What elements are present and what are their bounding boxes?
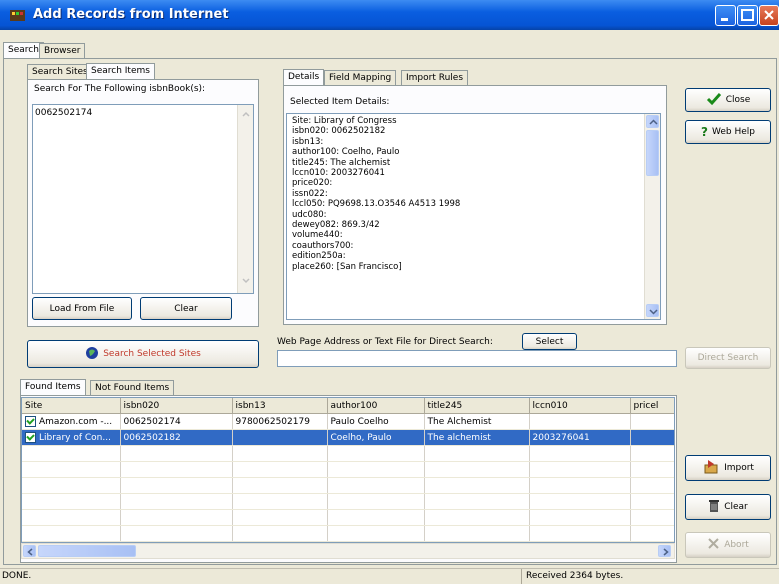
- film-icon: [9, 7, 27, 23]
- load-from-file-button[interactable]: Load From File: [32, 297, 132, 320]
- tab-field-mapping[interactable]: Field Mapping: [324, 70, 397, 85]
- search-items-list[interactable]: 0062502174: [32, 104, 254, 294]
- search-selected-sites-label: Search Selected Sites: [103, 349, 201, 359]
- close-button[interactable]: Close: [685, 88, 771, 112]
- empty-row: [22, 461, 674, 478]
- direct-search-button[interactable]: Direct Search: [685, 347, 771, 369]
- results-hscrollbar[interactable]: [21, 543, 675, 559]
- clear-results-button[interactable]: Clear: [685, 494, 771, 520]
- checkmark-icon: [706, 92, 722, 109]
- empty-row: [22, 509, 674, 526]
- tab-search[interactable]: Search: [3, 42, 44, 58]
- scroll-down-icon[interactable]: [646, 304, 659, 317]
- column-header-author100[interactable]: author100: [327, 398, 425, 414]
- column-header-isbn020[interactable]: isbn020: [120, 398, 233, 414]
- lccn010-cell: [529, 413, 631, 430]
- author100-cell: Paulo Coelho: [327, 413, 425, 430]
- isbn13-cell: [232, 429, 328, 446]
- row-checkbox[interactable]: [25, 416, 36, 427]
- tab-not-found-items[interactable]: Not Found Items: [90, 380, 175, 395]
- author100-cell: Coelho, Paulo: [327, 429, 425, 446]
- scroll-left-icon[interactable]: [23, 545, 36, 557]
- scroll-up-icon[interactable]: [241, 108, 251, 120]
- list-item[interactable]: 0062502174: [33, 105, 253, 118]
- price-cell: [630, 413, 674, 430]
- abort-icon: [707, 537, 720, 553]
- minimize-button[interactable]: [715, 5, 736, 26]
- selected-item-text: Site: Library of Congress isbn020: 00625…: [292, 116, 461, 272]
- column-header-site[interactable]: Site: [22, 398, 121, 414]
- web-help-label: Web Help: [711, 127, 755, 137]
- tab-details[interactable]: Details: [283, 69, 325, 85]
- status-right-pane: Received 2364 bytes.: [524, 569, 779, 584]
- list-scrollbar[interactable]: [237, 105, 253, 293]
- bytes-received-text: Received 2364 bytes.: [526, 571, 624, 581]
- isbn020-cell: 0062502174: [120, 413, 233, 430]
- maximize-button[interactable]: [737, 5, 758, 26]
- search-selected-sites-button[interactable]: Search Selected Sites: [27, 340, 259, 368]
- window-title: Add Records from Internet: [33, 7, 229, 22]
- table-row[interactable]: Amazon.com -... 0062502174 9780062502179…: [22, 413, 674, 430]
- results-grid[interactable]: Site isbn020 isbn13 author100 title245 l…: [21, 397, 675, 543]
- column-header-lccn010[interactable]: lccn010: [529, 398, 631, 414]
- status-bar: DONE. Received 2364 bytes.: [0, 568, 779, 584]
- status-left-pane: DONE.: [0, 569, 522, 584]
- selected-item-label: Selected Item Details:: [290, 97, 390, 107]
- import-button[interactable]: Import: [685, 455, 771, 481]
- close-window-button[interactable]: [759, 5, 779, 26]
- import-label: Import: [724, 463, 754, 473]
- select-button[interactable]: Select: [522, 333, 577, 350]
- column-header-price[interactable]: pricel: [630, 398, 674, 414]
- title245-cell: The Alchemist: [424, 413, 530, 430]
- column-header-isbn13[interactable]: isbn13: [232, 398, 328, 414]
- scroll-up-icon[interactable]: [646, 115, 659, 128]
- tab-search-items[interactable]: Search Items: [86, 63, 155, 79]
- empty-row: [22, 493, 674, 510]
- tab-found-items[interactable]: Found Items: [20, 379, 86, 395]
- direct-search-label: Web Page Address or Text File for Direct…: [277, 337, 493, 347]
- tab-browser[interactable]: Browser: [39, 43, 86, 58]
- column-header-title245[interactable]: title245: [424, 398, 530, 414]
- abort-label: Abort: [724, 540, 749, 550]
- empty-row: [22, 525, 674, 542]
- web-help-button[interactable]: ? Web Help: [685, 120, 771, 144]
- clear-items-button[interactable]: Clear: [140, 297, 232, 320]
- row-site-cell[interactable]: Library of Con...: [22, 429, 121, 446]
- close-label: Close: [725, 95, 751, 105]
- scroll-thumb[interactable]: [646, 130, 659, 176]
- tab-search-sites[interactable]: Search Sites: [27, 64, 93, 79]
- scroll-right-icon[interactable]: [658, 545, 671, 557]
- row-checkbox[interactable]: [25, 432, 36, 443]
- question-icon: ?: [701, 125, 708, 139]
- empty-row: [22, 445, 674, 462]
- empty-row: [22, 477, 674, 494]
- row-site-cell[interactable]: Amazon.com -...: [22, 413, 121, 430]
- site-text: Library of Con...: [39, 433, 111, 443]
- table-header-row: Site isbn020 isbn13 author100 title245 l…: [22, 398, 674, 414]
- title245-cell: The alchemist: [424, 429, 530, 446]
- price-cell: [630, 429, 674, 446]
- status-text: DONE.: [2, 571, 32, 581]
- search-items-label: Search For The Following isbnBook(s):: [34, 84, 206, 94]
- selected-item-details[interactable]: Site: Library of Congress isbn020: 00625…: [286, 113, 661, 320]
- direct-search-input[interactable]: [277, 350, 677, 367]
- abort-button[interactable]: Abort: [685, 532, 771, 558]
- import-icon: [702, 459, 720, 478]
- table-row[interactable]: Library of Con... 0062502182 Coelho, Pau…: [22, 429, 674, 446]
- clear-results-label: Clear: [724, 502, 748, 512]
- isbn13-cell: 9780062502179: [232, 413, 328, 430]
- lccn010-cell: 2003276041: [529, 429, 631, 446]
- scroll-down-icon[interactable]: [241, 275, 251, 287]
- trash-icon: [708, 498, 720, 516]
- site-text: Amazon.com -...: [39, 417, 113, 427]
- globe-icon: [85, 346, 99, 363]
- isbn020-cell: 0062502182: [120, 429, 233, 446]
- details-scrollbar[interactable]: [644, 114, 660, 319]
- tab-import-rules[interactable]: Import Rules: [401, 70, 469, 85]
- hscroll-thumb[interactable]: [38, 545, 136, 557]
